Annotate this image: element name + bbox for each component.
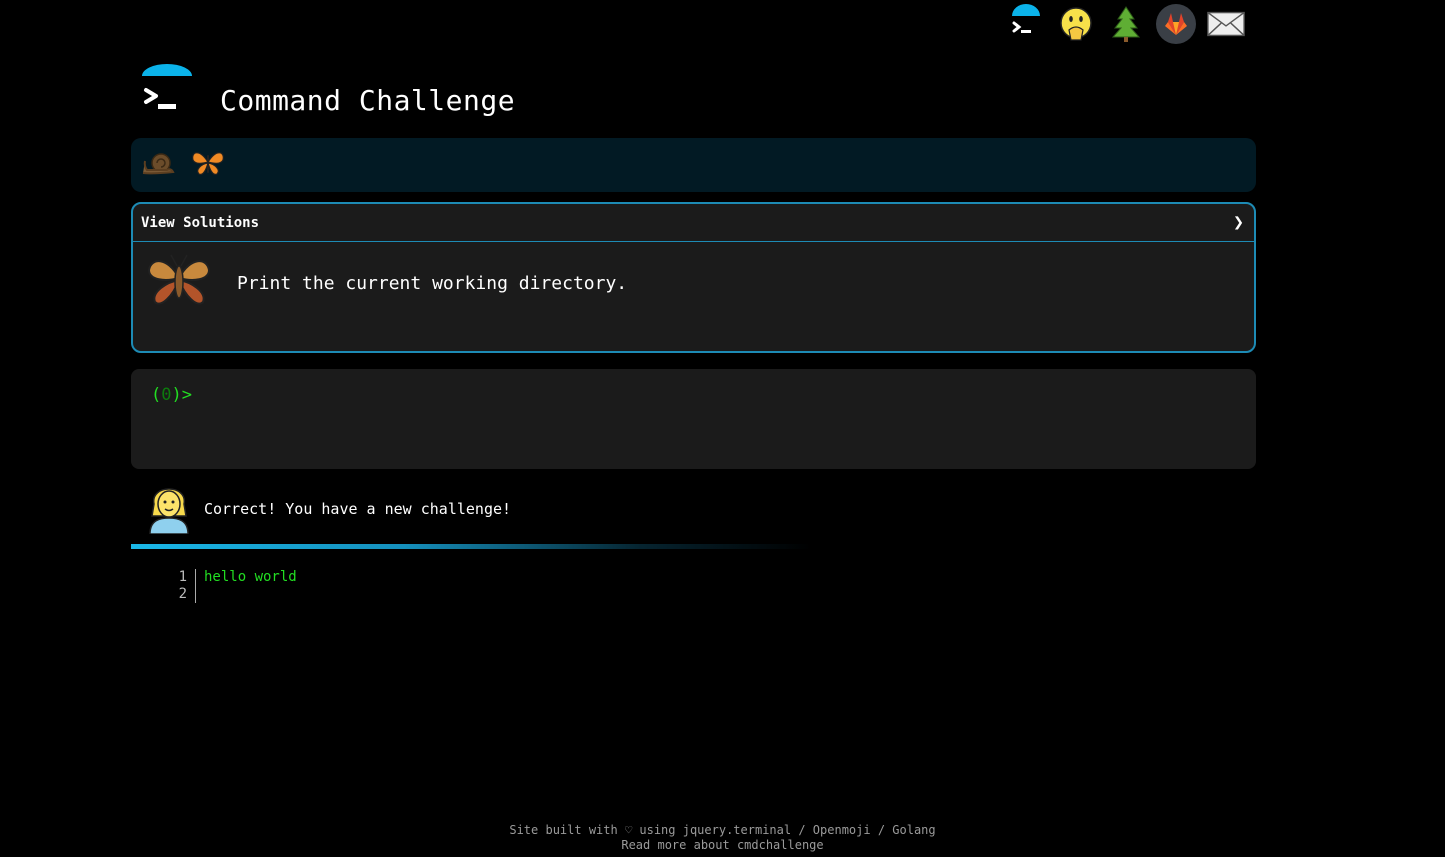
footer: Site built with ♡ using jquery.terminal … xyxy=(509,823,936,852)
line-number-gutter: 1 2 xyxy=(170,569,196,603)
butterfly-icon[interactable] xyxy=(189,146,227,184)
divider xyxy=(131,544,811,549)
result-message: Correct! You have a new challenge! xyxy=(146,480,511,538)
output-editor: 1 2 hello world xyxy=(170,569,297,603)
top-nav xyxy=(1006,4,1246,44)
line-number: 1 xyxy=(178,569,187,585)
view-solutions-label: View Solutions xyxy=(141,214,260,231)
result-text: Correct! You have a new challenge! xyxy=(204,500,512,518)
hand-over-mouth-face-icon[interactable] xyxy=(1056,4,1096,44)
page-title: Command Challenge xyxy=(220,84,516,117)
terminal-input[interactable]: (0)> xyxy=(131,369,1256,469)
golang-link[interactable]: Golang xyxy=(892,823,935,837)
footer-credit-text: Site built with ♡ using xyxy=(509,823,683,837)
jquery-terminal-link[interactable]: jquery.terminal xyxy=(683,823,791,837)
output-lines: hello world xyxy=(196,569,297,603)
line-number: 2 xyxy=(178,586,187,602)
read-more-link[interactable]: Read more about cmdchallenge xyxy=(621,838,823,852)
challenge-panel: View Solutions ❯ Print the current worki… xyxy=(131,202,1256,353)
output-line: hello world xyxy=(204,569,297,585)
envelope-icon[interactable] xyxy=(1206,4,1246,44)
openmoji-link[interactable]: Openmoji xyxy=(813,823,871,837)
terminal-logo-icon[interactable] xyxy=(1006,4,1046,44)
snail-icon[interactable] xyxy=(139,146,177,184)
tree-icon[interactable] xyxy=(1106,4,1146,44)
moth-icon xyxy=(145,252,213,314)
challenge-progress-bar xyxy=(131,138,1256,192)
view-solutions-toggle[interactable]: View Solutions ❯ xyxy=(133,204,1254,242)
exit-code: 0 xyxy=(161,385,172,405)
site-logo-icon[interactable] xyxy=(138,63,196,116)
site-header: Command Challenge xyxy=(138,62,515,117)
terminal-prompt: (0)> xyxy=(151,385,192,405)
woman-avatar-icon xyxy=(146,480,192,538)
challenge-description: Print the current working directory. xyxy=(237,272,628,294)
chevron-right-icon: ❯ xyxy=(1233,212,1244,233)
gitlab-icon[interactable] xyxy=(1156,4,1196,44)
challenge-body: Print the current working directory. xyxy=(133,242,1254,314)
